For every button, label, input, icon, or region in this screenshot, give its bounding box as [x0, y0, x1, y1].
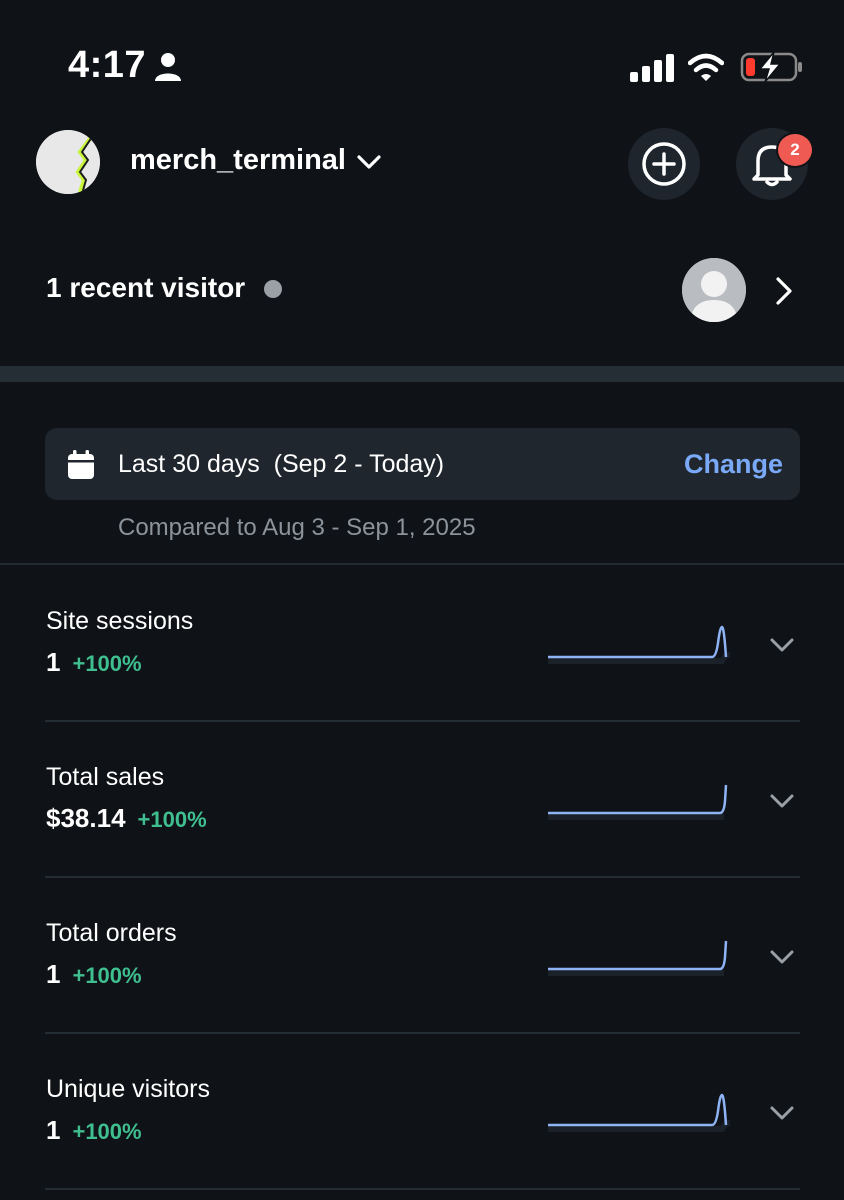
- site-logo-icon: [36, 130, 100, 194]
- signal-icon: [630, 54, 674, 82]
- sparkline-chart: [548, 784, 728, 820]
- avatar-placeholder-icon: [682, 258, 746, 322]
- metric-label: Total sales: [46, 763, 165, 791]
- sparkline-chart: [548, 940, 728, 976]
- metric-value: $38.14: [46, 803, 126, 833]
- visitor-status-dot: [264, 280, 282, 298]
- metric-value: 1: [46, 1115, 61, 1145]
- notification-badge: 2: [776, 132, 814, 168]
- metric-change: +100%: [72, 1119, 142, 1144]
- expand-chevron-icon[interactable]: [768, 791, 796, 811]
- visitor-avatar[interactable]: [682, 258, 746, 322]
- metric-value: 1: [46, 647, 61, 677]
- metric-change: +100%: [72, 651, 142, 676]
- change-date-button[interactable]: Change: [684, 449, 783, 480]
- metric-label: Unique visitors: [46, 1075, 210, 1103]
- sparkline-chart: [548, 1093, 730, 1132]
- metric-row-site-sessions[interactable]: Site sessions 1 +100%: [0, 565, 844, 722]
- recent-visitor-label[interactable]: 1 recent visitor: [46, 272, 245, 304]
- wifi-icon: [688, 53, 724, 81]
- add-button[interactable]: [628, 128, 700, 200]
- metric-label: Total orders: [46, 919, 177, 947]
- metric-label: Site sessions: [46, 607, 194, 635]
- section-divider: [0, 366, 844, 382]
- status-time: 4:17: [68, 44, 147, 86]
- expand-chevron-icon[interactable]: [768, 1103, 796, 1123]
- site-avatar[interactable]: [36, 130, 100, 194]
- metric-row-total-sales[interactable]: Total sales $38.14 +100%: [0, 721, 844, 878]
- site-name[interactable]: merch_terminal: [130, 144, 346, 177]
- sparkline-chart: [548, 625, 730, 664]
- metric-row-total-orders[interactable]: Total orders 1 +100%: [0, 877, 844, 1034]
- chevron-right-icon[interactable]: [774, 276, 794, 306]
- metric-change: +100%: [137, 807, 207, 832]
- metric-value: 1: [46, 959, 61, 989]
- comparison-text: Compared to Aug 3 - Sep 1, 2025: [118, 514, 476, 541]
- divider: [45, 1188, 800, 1190]
- expand-chevron-icon[interactable]: [768, 635, 796, 655]
- date-range-label: Last 30 days (Sep 2 - Today): [118, 450, 445, 478]
- chevron-down-icon[interactable]: [356, 151, 382, 173]
- metric-change: +100%: [72, 963, 142, 988]
- battery-charging-icon: [740, 51, 802, 83]
- calendar-icon: [68, 450, 94, 479]
- expand-chevron-icon[interactable]: [768, 947, 796, 967]
- metric-row-unique-visitors[interactable]: Unique visitors 1 +100%: [0, 1033, 844, 1190]
- add-icon: [642, 142, 686, 186]
- person-icon: [155, 53, 181, 81]
